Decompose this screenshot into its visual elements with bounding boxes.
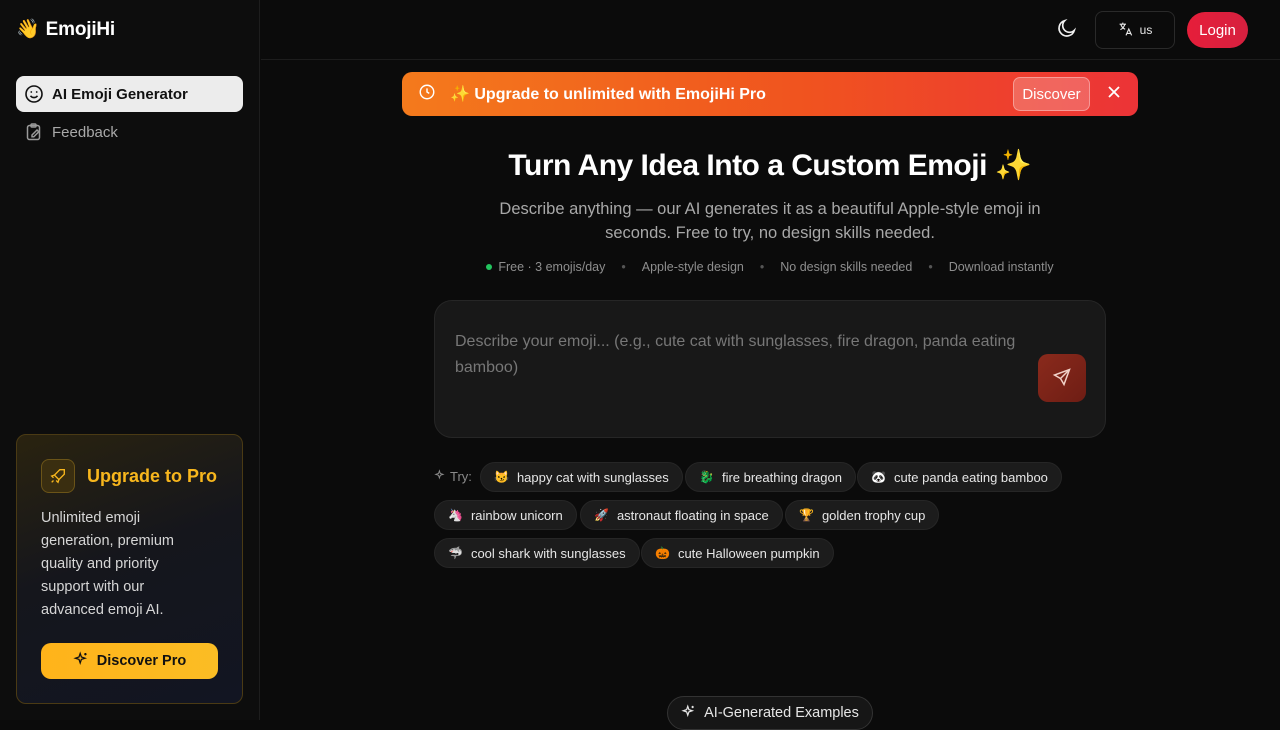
feature-list: Free · 3 emojis/day • Apple-style design… [260, 260, 1280, 274]
translate-icon [1118, 21, 1134, 40]
waving-hand-icon: 👋 [16, 19, 40, 40]
upgrade-banner: ✨ Upgrade to unlimited with EmojiHi Pro … [402, 72, 1138, 116]
status-dot-icon [486, 264, 493, 270]
feature-item: Free · 3 emojis/day [486, 260, 605, 274]
smile-icon [24, 84, 44, 104]
separator: • [621, 260, 626, 274]
sidebar-item-label: Feedback [52, 123, 118, 141]
feature-item: Download instantly [948, 260, 1054, 274]
prompt-container [434, 300, 1106, 438]
language-selector[interactable]: us [1095, 11, 1175, 49]
clock-icon [418, 83, 436, 106]
chip-label: cute panda eating bamboo [893, 469, 1048, 485]
send-button[interactable] [1038, 354, 1086, 402]
page-subtitle: Describe anything — our AI generates it … [499, 200, 1041, 242]
moon-icon [1056, 17, 1078, 44]
feature-label: Free · 3 emojis/day [498, 260, 606, 274]
try-label-text: Try: [450, 469, 472, 484]
shark-icon: 🦈 [448, 546, 463, 560]
brand-logo[interactable]: 👋 EmojiHi [16, 18, 115, 42]
banner-text: ✨ Upgrade to unlimited with EmojiHi Pro [450, 86, 766, 103]
sidebar-item-label: AI Emoji Generator [52, 85, 188, 103]
emoji-prompt-input[interactable] [455, 329, 1025, 389]
page-title: Turn Any Idea Into a Custom Emoji ✨ [508, 149, 1032, 182]
rocket-icon: 🚀 [594, 508, 609, 522]
sidebar: 👋 EmojiHi AI Emoji Generator Feedback Up… [0, 0, 260, 720]
chip-label: golden trophy cup [821, 507, 926, 523]
try-label: Try: [434, 469, 472, 484]
chip-label: fire breathing dragon [721, 469, 842, 485]
cat-icon: 😼 [494, 470, 509, 484]
trophy-icon: 🏆 [799, 508, 814, 522]
sparkles-icon [73, 651, 89, 671]
upgrade-promo-card: Upgrade to Pro Unlimited emoji generatio… [16, 434, 243, 704]
sidebar-item-feedback[interactable]: Feedback [16, 114, 243, 150]
theme-toggle-button[interactable] [1054, 17, 1080, 43]
suggestion-chip[interactable]: 🏆 golden trophy cup [785, 500, 940, 530]
clipboard-edit-icon [24, 122, 44, 142]
suggestion-chip[interactable]: 🎃 cute Halloween pumpkin [641, 538, 834, 568]
ai-generated-examples-button[interactable]: AI-Generated Examples [667, 696, 873, 730]
examples-label: AI-Generated Examples [704, 705, 859, 721]
suggestion-chip[interactable]: 🚀 astronaut floating in space [580, 500, 783, 530]
discover-pro-button[interactable]: Discover Pro [41, 643, 218, 679]
unicorn-icon: 🦄 [448, 508, 463, 522]
language-label: us [1139, 23, 1153, 37]
sidebar-item-ai-emoji-generator[interactable]: AI Emoji Generator [16, 76, 243, 112]
suggestion-chip[interactable]: 🦈 cool shark with sunglasses [434, 538, 640, 568]
send-icon [1052, 367, 1072, 390]
promo-description: Unlimited emoji generation, premium qual… [41, 510, 174, 618]
dragon-icon: 🐉 [699, 470, 714, 484]
chip-label: cool shark with sunglasses [470, 545, 626, 561]
separator: • [928, 260, 933, 274]
brand-name: EmojiHi [45, 19, 116, 40]
banner-close-button[interactable] [1104, 84, 1124, 104]
rocket-icon [41, 459, 75, 493]
chip-label: astronaut floating in space [616, 507, 769, 523]
suggestion-chip[interactable]: 🐉 fire breathing dragon [685, 462, 856, 492]
close-icon [1107, 85, 1121, 104]
suggestion-chip[interactable]: 😼 happy cat with sunglasses [480, 462, 683, 492]
pumpkin-icon: 🎃 [655, 546, 670, 560]
chip-label: happy cat with sunglasses [516, 469, 669, 485]
login-button[interactable]: Login [1187, 12, 1248, 48]
promo-title: Upgrade to Pro [87, 465, 218, 486]
chip-label: cute Halloween pumpkin [677, 545, 820, 561]
panda-icon: 🐼 [871, 470, 886, 484]
banner-discover-button[interactable]: Discover [1013, 77, 1090, 111]
feature-item: Apple-style design [641, 260, 744, 274]
sparkles-icon [434, 469, 446, 484]
suggestion-chip[interactable]: 🦄 rainbow unicorn [434, 500, 577, 530]
feature-item: No design skills needed [780, 260, 913, 274]
separator: • [759, 260, 765, 274]
discover-pro-label: Discover Pro [96, 653, 187, 669]
suggestion-chip[interactable]: 🐼 cute panda eating bamboo [857, 462, 1062, 492]
chip-label: rainbow unicorn [470, 507, 563, 523]
